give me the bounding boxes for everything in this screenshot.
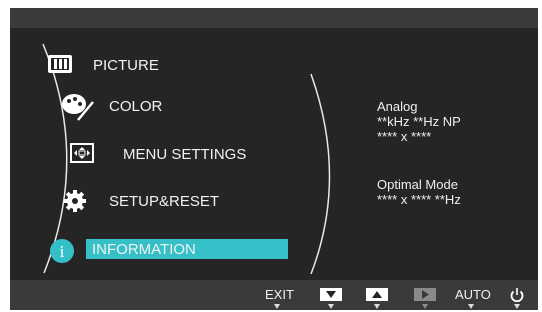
svg-text:i: i: [60, 242, 65, 261]
button-marker: [274, 304, 280, 309]
button-marker: [374, 304, 380, 309]
menu-item-label: MENU SETTINGS: [123, 146, 247, 163]
button-marker: [422, 304, 428, 309]
menu-item-label: PICTURE: [93, 57, 159, 74]
info-optimal-label: Optimal Mode: [377, 177, 458, 192]
exit-button[interactable]: EXIT: [265, 287, 294, 302]
power-icon[interactable]: [510, 288, 524, 302]
menu-item-label: COLOR: [109, 98, 163, 115]
button-marker: [514, 304, 520, 309]
button-marker: [468, 304, 474, 309]
color-palette-icon: [62, 94, 94, 121]
info-optimal-value: **** x **** **Hz: [377, 192, 461, 207]
menu-item-label: SETUP&RESET: [109, 193, 220, 210]
picture-icon: [48, 55, 72, 73]
information-icon: i: [50, 239, 74, 263]
info-resolution: **** x ****: [377, 129, 432, 144]
down-arrow-icon[interactable]: [320, 288, 342, 301]
menu-item-label: INFORMATION: [92, 241, 196, 258]
menu-settings-icon: [70, 143, 94, 163]
right-arrow-icon[interactable]: [414, 288, 436, 301]
auto-button[interactable]: AUTO: [455, 287, 491, 302]
button-marker: [328, 304, 334, 309]
up-arrow-icon[interactable]: [366, 288, 388, 301]
info-frequency: **kHz **Hz NP: [377, 114, 461, 129]
osd-menu: PICTURE COLOR MENU SETTINGS SETUP&RESET …: [10, 8, 538, 310]
gear-icon: [64, 190, 86, 212]
info-signal: Analog: [377, 99, 418, 114]
